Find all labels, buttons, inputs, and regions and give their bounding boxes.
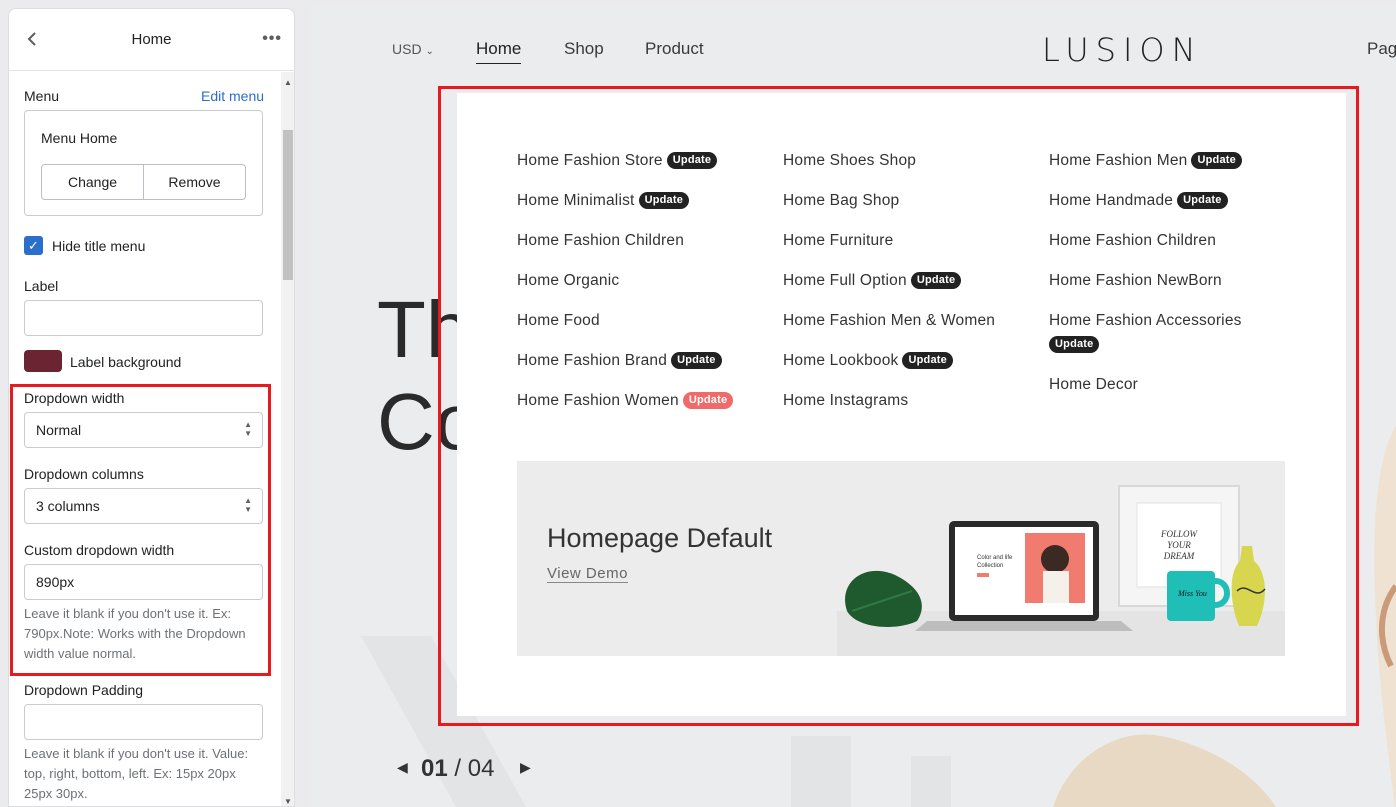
scroll-down-arrow-icon[interactable]: ▼ <box>284 797 292 806</box>
label-input[interactable] <box>24 300 263 336</box>
change-menu-button[interactable]: Change <box>42 165 143 199</box>
slide-current: 01 <box>421 755 448 782</box>
sidebar-header: Home ••• <box>9 9 294 71</box>
label-background-label: Label background <box>70 354 182 370</box>
scrollbar[interactable]: ▲ ▼ <box>281 72 294 806</box>
menu-name: Menu Home <box>41 130 118 146</box>
prev-slide-icon[interactable]: ◀ <box>397 759 408 776</box>
scrollbar-thumb[interactable] <box>283 130 293 280</box>
currency-selector[interactable]: USD ⌄ <box>392 41 434 57</box>
nav-product[interactable]: Product <box>645 39 704 59</box>
ellipsis-icon[interactable]: ••• <box>262 30 282 48</box>
chevron-down-icon: ⌄ <box>425 46 434 57</box>
store-logo[interactable]: LUSION <box>1042 31 1203 69</box>
nav-home[interactable]: Home <box>476 39 522 64</box>
menu-button-group: Change Remove <box>41 164 246 200</box>
menu-picker-card: Menu Home Change Remove <box>24 110 263 216</box>
nav-shop[interactable]: Shop <box>564 39 604 59</box>
remove-menu-button[interactable]: Remove <box>143 165 245 199</box>
next-slide-icon[interactable]: ▶ <box>520 759 531 776</box>
slide-total: 04 <box>467 755 495 782</box>
edit-menu-link[interactable]: Edit menu <box>201 88 264 104</box>
label-background-swatch[interactable] <box>24 350 62 372</box>
menu-label: Menu <box>24 88 60 104</box>
dropdown-padding-help: Leave it blank if you don't use it. Valu… <box>24 746 249 801</box>
currency-value: USD <box>392 41 422 57</box>
highlight-box-dropdown <box>438 86 1359 726</box>
sidebar-title: Home <box>131 31 172 48</box>
dropdown-padding-label: Dropdown Padding <box>24 682 144 698</box>
label-field-label: Label <box>24 278 59 294</box>
highlight-box-settings <box>10 384 271 676</box>
hide-title-menu-checkbox[interactable]: ✓ <box>24 236 43 255</box>
hide-title-menu-label: Hide title menu <box>52 238 146 254</box>
slide-counter: 01 / 04 <box>421 755 494 783</box>
slide-separator: / <box>454 755 462 782</box>
dropdown-padding-input[interactable] <box>24 704 263 740</box>
nav-pages[interactable]: Pag <box>1367 39 1396 59</box>
scroll-up-arrow-icon[interactable]: ▲ <box>284 78 292 87</box>
